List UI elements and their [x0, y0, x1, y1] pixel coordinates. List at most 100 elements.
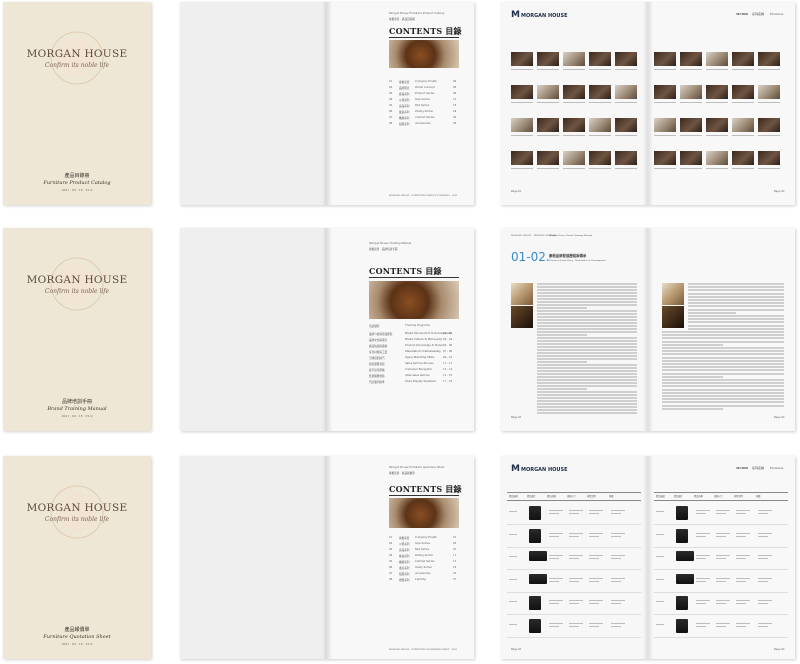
toc-entry-en: Product Series — [415, 92, 435, 95]
toc-entry-cn: 櫃類系列 — [399, 117, 410, 120]
logo-text: MORGAN HOUSE — [521, 13, 568, 19]
text-line — [537, 346, 637, 348]
toc-entry-en: Cabinet Series — [415, 116, 435, 119]
toc-entry-en: Accessories — [415, 122, 431, 125]
text-line — [662, 401, 784, 404]
product-thumbnail — [511, 118, 533, 132]
product-thumbnail — [758, 151, 780, 165]
text-line — [688, 289, 784, 292]
product-thumbnail — [537, 85, 559, 99]
thumbnail-caption-line — [563, 135, 585, 136]
table-row-rule — [654, 614, 788, 615]
table-cell-text — [589, 532, 603, 534]
text-line — [662, 353, 784, 356]
toc-entry-en: Bed Series — [415, 104, 430, 107]
toc-entry-page: 08 — [453, 92, 457, 95]
table-cell-text — [696, 532, 710, 534]
toc-entry-page: 18 — [453, 104, 457, 107]
table-cell-text — [611, 558, 621, 559]
cabinet-photo — [529, 573, 547, 584]
table-cell-text — [758, 510, 772, 511]
page-number-right: Page 02 — [774, 416, 785, 419]
thumbnail-caption-line — [537, 69, 559, 70]
text-line — [537, 382, 637, 384]
toc-entry-en: Accessories — [415, 572, 431, 575]
toc-entry-page: 09 - 10 — [443, 356, 453, 359]
text-line — [688, 292, 784, 295]
toc-entry-cn: 餐桌系列 — [399, 555, 410, 558]
product-thumbnail — [706, 118, 728, 132]
table-cell-text — [696, 625, 706, 627]
thumbnail-caption-line — [615, 168, 637, 169]
text-line — [688, 283, 784, 285]
thumbnail-caption-line — [511, 168, 533, 169]
toc-entry-en: Company Profile — [415, 536, 437, 539]
toc-photo — [389, 40, 459, 68]
toc-header-en: Morgan House Furniture Product Catalog — [389, 12, 445, 15]
thumbnail-caption-line — [589, 168, 611, 169]
cover-title-cn: 產品目錄冊 — [64, 173, 90, 179]
thumbnail-caption-line — [706, 102, 728, 103]
cabinet-photo — [529, 506, 541, 520]
table-row-rule — [507, 569, 641, 570]
table-cell-text — [736, 513, 746, 514]
product-thumbnail — [680, 118, 702, 132]
text-line — [688, 295, 784, 298]
page-number-right: Page 02 — [774, 648, 785, 651]
thumbnail-caption-line — [680, 102, 702, 103]
toc-entry-page: 11 — [453, 554, 457, 557]
product-thumbnail — [563, 151, 585, 165]
toc-entry-page: 24 — [453, 110, 457, 113]
text-line — [537, 397, 637, 399]
series-code: MC800 — [736, 466, 748, 470]
thumbnail-caption-line — [537, 168, 559, 169]
table-cell-text — [758, 622, 772, 624]
toc-entry-en: Sofa Series — [415, 542, 430, 545]
thumbnail-caption-line — [680, 168, 702, 169]
thumbnail-caption-line — [758, 135, 780, 136]
toc-entry-cn: 客戶接待禮儀 — [369, 369, 385, 372]
table-cell-text — [696, 555, 710, 556]
toc-entry-cn: 餐桌系列 — [399, 111, 410, 114]
table-cell-code — [656, 511, 664, 512]
table-cell-text — [758, 532, 772, 534]
toc-entry-number: 06 — [389, 110, 393, 113]
table-header-cell: 規格尺寸 — [567, 495, 576, 498]
table-header-cell: 規格尺寸 — [714, 495, 723, 498]
table-cell-text — [611, 513, 621, 514]
toc-entry-page: 23 — [453, 572, 457, 575]
toc-header-en: Morgan House Furniture Quotation Sheet — [389, 466, 445, 469]
table-cell-text — [549, 577, 563, 579]
product-thumbnail — [654, 85, 676, 99]
toc-entry-page: 36 — [453, 122, 457, 125]
table-cell-text — [696, 600, 710, 601]
product-thumbnail — [511, 52, 533, 66]
table-cell-text — [611, 555, 625, 556]
toc-entry-cn: 摩根家居 — [399, 81, 410, 84]
table-header-cell: 產品圖片 — [527, 495, 536, 498]
toc-entry-number: 03 — [389, 548, 393, 551]
text-line — [537, 334, 587, 336]
cover-tagline: Confirm its noble life — [44, 516, 110, 523]
text-line — [662, 337, 784, 340]
text-line — [537, 349, 637, 351]
series-label: 系列名稱 — [752, 466, 765, 470]
table-cell-text — [736, 535, 746, 537]
table-cell-text — [736, 555, 750, 556]
text-line — [662, 347, 784, 349]
text-line — [537, 385, 637, 387]
text-line — [688, 315, 784, 317]
toc-spread: Morgan House Training Manual 摩根家居 · 品牌培訓… — [180, 228, 474, 431]
toc-entry-en: Brand Culture & Philosophy — [405, 338, 443, 341]
product-grid-spread: M MORGAN HOUSE Page 01 MC800 系列名稱 Floren… — [501, 2, 795, 205]
table-header-cell: 材質說明 — [734, 495, 743, 498]
toc-entry-cn: 書房系列 — [399, 567, 410, 570]
toc-entry-cn: 門店陳列標準 — [369, 381, 385, 384]
toc-entry-cn: 配飾系列 — [399, 123, 410, 126]
product-thumbnail — [732, 118, 754, 132]
table-cell-text — [569, 513, 579, 514]
cover-brand: MORGAN HOUSE — [26, 274, 128, 286]
product-thumbnail — [511, 151, 533, 165]
table-cell-text — [549, 622, 563, 624]
table-cell-text — [758, 580, 768, 582]
